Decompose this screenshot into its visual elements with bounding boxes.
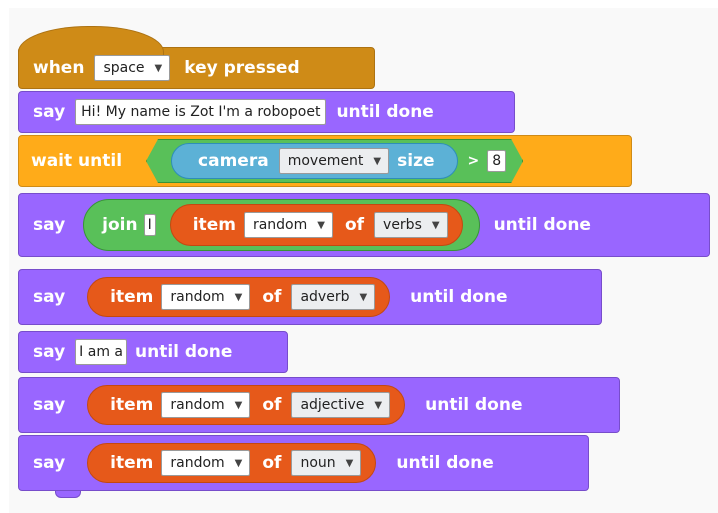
chevron-down-icon: ▼ (431, 219, 440, 231)
camera-attribute-dropdown[interactable]: movement ▼ (279, 148, 389, 174)
say-label: say (33, 215, 66, 235)
chevron-down-icon: ▼ (359, 291, 368, 303)
item-index-dropdown[interactable]: random ▼ (161, 450, 251, 476)
say-label: say (33, 287, 66, 307)
greater-than-operator[interactable]: camera movement ▼ size > 8 (146, 139, 523, 183)
item-label: item (110, 287, 154, 307)
say-until-done-block[interactable]: say item random ▼ of adjective ▼ until d… (18, 377, 620, 433)
say-until-done-block[interactable]: say item random ▼ of adverb ▼ until done (18, 269, 602, 325)
say-label: say (33, 102, 66, 122)
chevron-down-icon: ▼ (234, 457, 243, 469)
chevron-down-icon: ▼ (234, 291, 243, 303)
until-done-label: until done (336, 102, 434, 122)
of-label: of (262, 287, 282, 307)
item-index-dropdown[interactable]: random ▼ (243, 212, 333, 238)
camera-label: camera (198, 151, 269, 171)
say-until-done-block[interactable]: say item random ▼ of noun ▼ until done (18, 435, 589, 491)
item-label: item (110, 453, 154, 473)
until-done-label: until done (396, 453, 494, 473)
say-label: say (33, 342, 66, 362)
greater-than-label: > (467, 153, 480, 169)
until-done-label: until done (493, 215, 591, 235)
join-operator[interactable]: join I item random ▼ of verbs ▼ (83, 199, 480, 251)
chevron-down-icon: ▼ (373, 155, 382, 167)
say-until-done-block[interactable]: say join I item random ▼ of verbs ▼ unti… (18, 193, 710, 257)
of-label: of (344, 215, 365, 235)
until-done-label: until done (134, 342, 233, 362)
until-done-label: until done (425, 395, 523, 415)
hat-cap (18, 26, 164, 55)
scripts-workspace[interactable]: when space ▼ key pressed say Hi! My name… (9, 8, 718, 513)
size-label: size (397, 151, 435, 171)
chevron-down-icon: ▼ (345, 457, 354, 469)
item-of-list-reporter[interactable]: item random ▼ of noun ▼ (87, 443, 377, 483)
say-label: say (33, 453, 66, 473)
item-label: item (192, 215, 236, 235)
list-dropdown[interactable]: verbs ▼ (374, 212, 448, 238)
when-label: when (33, 58, 85, 78)
item-of-list-reporter[interactable]: item random ▼ of adjective ▼ (87, 385, 406, 425)
list-dropdown[interactable]: adjective ▼ (291, 392, 391, 418)
stack-bottom-notch (55, 491, 81, 498)
key-pressed-label: key pressed (184, 58, 300, 78)
chevron-down-icon: ▼ (374, 399, 383, 411)
wait-until-block[interactable]: wait until camera movement ▼ size > 8 (18, 135, 632, 187)
item-of-list-reporter[interactable]: item random ▼ of adverb ▼ (87, 277, 391, 317)
item-label: item (110, 395, 154, 415)
threshold-input[interactable]: 8 (487, 150, 506, 172)
say-until-done-block[interactable]: say Hi! My name is Zot I'm a robopoet un… (18, 91, 515, 133)
item-index-dropdown[interactable]: random ▼ (161, 284, 251, 310)
chevron-down-icon: ▼ (317, 219, 325, 231)
join-label: join (102, 215, 138, 235)
wait-until-label: wait until (31, 151, 123, 171)
join-text-input[interactable]: I (143, 214, 156, 236)
say-until-done-block[interactable]: say I am a until done (18, 331, 288, 373)
item-index-dropdown[interactable]: random ▼ (161, 392, 251, 418)
video-sensing-reporter[interactable]: camera movement ▼ size (171, 143, 457, 179)
until-done-label: until done (410, 287, 508, 307)
of-label: of (262, 453, 282, 473)
list-dropdown[interactable]: adverb ▼ (291, 284, 376, 310)
chevron-down-icon: ▼ (154, 62, 163, 74)
key-dropdown[interactable]: space ▼ (94, 55, 171, 81)
chevron-down-icon: ▼ (234, 399, 243, 411)
say-label: say (33, 395, 66, 415)
item-of-list-reporter[interactable]: item random ▼ of verbs ▼ (169, 204, 463, 246)
say-text-input[interactable]: Hi! My name is Zot I'm a robopoet (75, 99, 327, 125)
say-text-input[interactable]: I am a (75, 339, 127, 365)
list-dropdown[interactable]: noun ▼ (291, 450, 362, 476)
of-label: of (262, 395, 282, 415)
